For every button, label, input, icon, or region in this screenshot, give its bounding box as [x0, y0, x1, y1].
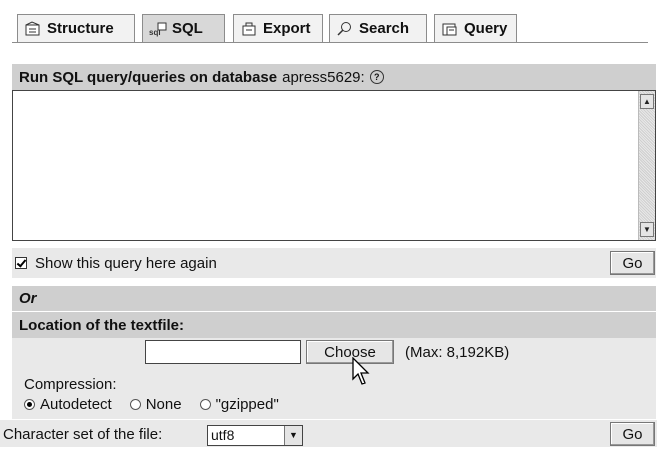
search-icon [336, 21, 354, 37]
tab-export-label: Export [263, 20, 311, 37]
show-query-row: Show this query here again [12, 248, 656, 278]
show-query-checkbox[interactable] [15, 257, 27, 269]
tab-export[interactable]: Export [233, 14, 323, 42]
tab-structure-label: Structure [47, 20, 114, 37]
radio-autodetect[interactable] [24, 399, 35, 410]
compression-autodetect[interactable]: Autodetect [24, 396, 112, 413]
export-icon [240, 21, 258, 37]
tab-search-label: Search [359, 20, 410, 37]
charset-label: Character set of the file: [3, 426, 163, 443]
scroll-down-icon[interactable]: ▼ [640, 222, 654, 237]
mouse-cursor-icon [352, 357, 370, 385]
database-name: apress5629: [282, 68, 365, 86]
tab-query-label: Query [464, 20, 508, 37]
radio-none[interactable] [129, 399, 141, 410]
tab-bar: Structure sql SQL Export Search Query [12, 12, 648, 43]
sql-go-button[interactable]: Go [610, 251, 655, 275]
file-path-input[interactable] [145, 340, 301, 364]
max-size-label: (Max: 8,192KB) [405, 344, 510, 361]
tab-search[interactable]: Search [329, 14, 427, 42]
sql-panel-title: Run SQL query/queries on database apress… [12, 64, 656, 90]
compression-gzipped-label: "gzipped" [215, 396, 279, 413]
compression-none-label: None [145, 396, 182, 413]
query-icon [441, 21, 459, 37]
sql-title-text: Run SQL query/queries on database [19, 68, 278, 86]
or-divider: Or [12, 286, 656, 311]
tab-structure[interactable]: Structure [17, 14, 135, 42]
compression-autodetect-label: Autodetect [40, 396, 112, 413]
textfile-heading-text: Location of the textfile: [19, 316, 184, 334]
sql-query-box: ▲ ▼ [12, 90, 656, 241]
tab-query[interactable]: Query [434, 14, 517, 42]
charset-select[interactable]: utf8 ▼ [207, 425, 303, 446]
sql-icon: sql [149, 21, 167, 37]
textfile-heading: Location of the textfile: [12, 312, 656, 338]
scroll-up-icon[interactable]: ▲ [640, 94, 654, 109]
tab-sql[interactable]: sql SQL [142, 14, 225, 42]
compression-gzipped[interactable]: "gzipped" [199, 396, 279, 413]
show-query-label: Show this query here again [35, 254, 217, 272]
compression-none[interactable]: None [129, 396, 182, 413]
help-icon[interactable]: ? [369, 70, 384, 84]
or-label: Or [19, 290, 37, 307]
compression-label: Compression: [24, 376, 117, 393]
tab-sql-label: SQL [172, 20, 203, 37]
import-go-button[interactable]: Go [610, 422, 655, 446]
structure-icon [24, 20, 42, 37]
compression-options: Autodetect None "gzipped" [24, 396, 279, 413]
radio-gzipped[interactable] [199, 399, 211, 410]
sql-scrollbar[interactable]: ▲ ▼ [638, 91, 655, 240]
charset-value: utf8 [211, 427, 235, 443]
chevron-down-icon[interactable]: ▼ [284, 426, 302, 445]
sql-query-input[interactable] [13, 91, 639, 240]
